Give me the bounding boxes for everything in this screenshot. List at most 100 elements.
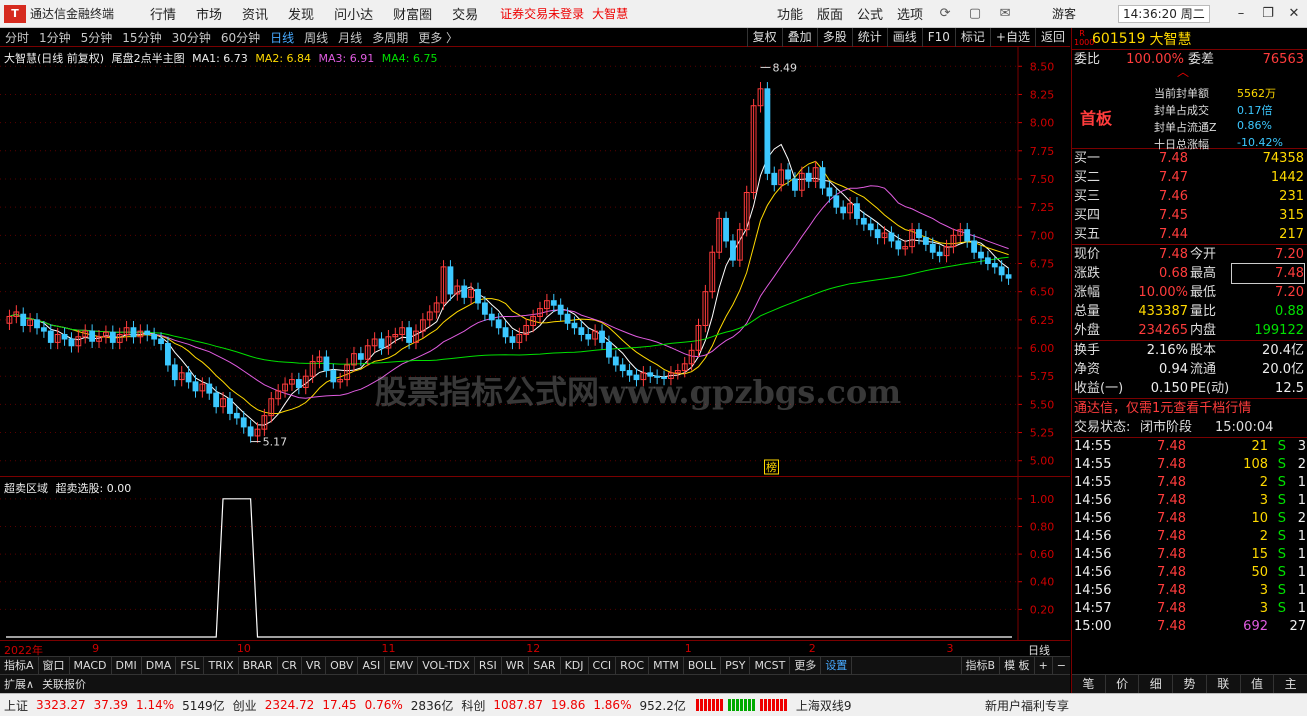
indicator-tab[interactable]: OBV xyxy=(326,657,359,674)
menu-faxian[interactable]: 发现 xyxy=(288,4,314,23)
indicator-tab[interactable]: RSI xyxy=(475,657,502,674)
sh-label[interactable]: 上证 xyxy=(4,697,28,714)
menu-caifuquan[interactable]: 财富圈 xyxy=(393,4,432,23)
bid-row[interactable]: 买一 7.48 74358 xyxy=(1072,149,1307,168)
indicator-tab[interactable]: TRIX xyxy=(204,657,239,674)
indicator-tab[interactable]: PSY xyxy=(721,657,751,674)
quote-tab[interactable]: 价 xyxy=(1106,675,1140,693)
menu-banmian[interactable]: 版面 xyxy=(817,4,843,23)
quote-tab[interactable]: 主 xyxy=(1274,675,1307,693)
template-tab[interactable]: 模 板 xyxy=(999,657,1034,674)
menu-gongshi[interactable]: 公式 xyxy=(857,4,883,23)
indicator-b-tab[interactable]: 指标B xyxy=(960,657,1000,674)
related-quote-button[interactable]: 关联报价 xyxy=(38,676,90,692)
warning-stock-name[interactable]: 大智慧 xyxy=(592,5,628,22)
indicator-tab[interactable]: MCST xyxy=(750,657,791,674)
menu-jiaoyi[interactable]: 交易 xyxy=(452,4,478,23)
menu-gongneng[interactable]: 功能 xyxy=(777,4,803,23)
promo-text[interactable]: 通达信，仅需1元查看千档行情 xyxy=(1074,399,1251,418)
quote-tab[interactable]: 笔 xyxy=(1072,675,1106,693)
bid-row[interactable]: 买三 7.46 231 xyxy=(1072,187,1307,206)
tool-diejia[interactable]: 叠加 xyxy=(781,28,817,47)
indicator-tab[interactable]: ROC xyxy=(616,657,650,674)
tool-f10[interactable]: F10 xyxy=(921,28,955,47)
minimize-icon[interactable]: – xyxy=(1232,5,1250,23)
kline-chart[interactable]: 8.50 8.25 8.00 7.75 7.50 7.25 7.00 6.75 6.50 6.25… xyxy=(0,47,1070,477)
period-30min[interactable]: 30分钟 xyxy=(172,29,211,46)
indicator-tab[interactable]: 窗口 xyxy=(39,657,70,674)
tick-list[interactable]: 14:55 7.48 21 S 3 14:55 7.48 108 S 2 14:55 7.48 2 S 1 1… xyxy=(1072,438,1307,636)
period-monthly[interactable]: 月线 xyxy=(338,29,362,46)
indicator-tab[interactable]: VOL-TDX xyxy=(418,657,475,674)
indicator-tab[interactable]: FSL xyxy=(176,657,205,674)
cy-label[interactable]: 创业 xyxy=(233,697,257,714)
indicator-tab[interactable]: 更多 xyxy=(790,657,822,674)
quote-tab[interactable]: 值 xyxy=(1241,675,1275,693)
quote-tab[interactable]: 联 xyxy=(1207,675,1241,693)
menu-xuanxiang[interactable]: 选项 xyxy=(897,4,923,23)
menu-hangqing[interactable]: 行情 xyxy=(150,4,176,23)
indicator-tab[interactable]: SAR xyxy=(529,657,561,674)
tool-biaoji[interactable]: 标记 xyxy=(954,28,990,47)
indicator-tab[interactable]: KDJ xyxy=(561,657,589,674)
indicator-tab[interactable]: DMA xyxy=(142,657,177,674)
kc-label[interactable]: 科创 xyxy=(461,697,485,714)
indicator-tab[interactable]: DMI xyxy=(112,657,142,674)
tool-fuquan[interactable]: 复权 xyxy=(746,28,782,47)
quote-tab[interactable]: 细 xyxy=(1139,675,1174,693)
period-1min[interactable]: 1分钟 xyxy=(39,29,71,46)
chevron-up-icon[interactable]: ︿ xyxy=(1177,63,1189,80)
period-daily[interactable]: 日线 xyxy=(270,29,294,46)
indicator-tab[interactable]: MTM xyxy=(649,657,684,674)
menu-shichang[interactable]: 市场 xyxy=(196,4,222,23)
login-warning[interactable]: 证券交易未登录 xyxy=(500,5,584,22)
indicator-pane[interactable]: 1.00 0.80 0.60 0.40 0.20 超卖区域 超卖选股: 0.00 xyxy=(0,477,1070,640)
refresh-icon[interactable]: ⟳ xyxy=(935,5,955,23)
bid-row[interactable]: 买二 7.47 1442 xyxy=(1072,168,1307,187)
tool-huaxian[interactable]: 画线 xyxy=(886,28,922,47)
indicator-tab[interactable]: BOLL xyxy=(684,657,722,674)
close-icon[interactable]: ✕ xyxy=(1285,5,1303,23)
indicator-tab[interactable]: EMV xyxy=(385,657,419,674)
stock-name[interactable]: 大智慧 xyxy=(1149,29,1191,49)
indicator-tab[interactable]: CR xyxy=(278,657,302,674)
indicator-tab[interactable]: WR xyxy=(502,657,530,674)
tool-add-watchlist[interactable]: +自选 xyxy=(989,28,1035,47)
period-15min[interactable]: 15分钟 xyxy=(122,29,161,46)
screen-icon[interactable]: ▢ xyxy=(965,5,985,23)
stock-code[interactable]: 601519 xyxy=(1092,31,1145,47)
indicator-tab[interactable]: 设置 xyxy=(821,657,853,674)
add-pane-button[interactable]: + xyxy=(1033,657,1052,674)
ind-y-tick-label: 0.40 xyxy=(1030,576,1055,589)
period-60min[interactable]: 60分钟 xyxy=(221,29,260,46)
indicator-tab[interactable]: 指标A xyxy=(0,657,39,674)
bid-row[interactable]: 买四 7.45 315 xyxy=(1072,206,1307,225)
legend-formula[interactable]: 尾盘2点半主图 xyxy=(112,52,185,65)
period-weekly[interactable]: 周线 xyxy=(304,29,328,46)
period-more[interactable]: 更多 〉 xyxy=(418,29,458,46)
maximize-icon[interactable]: ❐ xyxy=(1259,5,1277,23)
tool-duogu[interactable]: 多股 xyxy=(816,28,852,47)
bid-row[interactable]: 买五 7.44 217 xyxy=(1072,225,1307,244)
tool-tongji[interactable]: 统计 xyxy=(851,28,887,47)
indicator-tab[interactable]: MACD xyxy=(70,657,112,674)
indicator-name[interactable]: 超卖区域 xyxy=(4,482,48,495)
chat-icon[interactable]: ✉ xyxy=(995,5,1015,23)
period-multi[interactable]: 多周期 xyxy=(372,29,408,46)
indicator-tab[interactable]: BRAR xyxy=(239,657,278,674)
user-label[interactable]: 游客 xyxy=(1052,5,1076,22)
expand-button[interactable]: 扩展∧ xyxy=(0,676,38,692)
promo-row[interactable]: 通达信，仅需1元查看千档行情 xyxy=(1072,399,1307,418)
connection-label[interactable]: 上海双线9 xyxy=(796,697,852,714)
period-5min[interactable]: 5分钟 xyxy=(81,29,113,46)
menu-zixun[interactable]: 资讯 xyxy=(242,4,268,23)
indicator-tab[interactable]: CCI xyxy=(589,657,617,674)
indicator-tab[interactable]: ASI xyxy=(358,657,386,674)
remove-pane-button[interactable]: − xyxy=(1051,657,1070,674)
menu-wenxiaoda[interactable]: 问小达 xyxy=(334,4,373,23)
period-fenshi[interactable]: 分时 xyxy=(5,29,29,46)
quote-tab[interactable]: 势 xyxy=(1173,675,1207,693)
indicator-tab[interactable]: VR xyxy=(302,657,327,674)
news-ticker[interactable]: 新用户福利专享 xyxy=(985,697,1069,714)
tool-back[interactable]: 返回 xyxy=(1034,28,1070,47)
